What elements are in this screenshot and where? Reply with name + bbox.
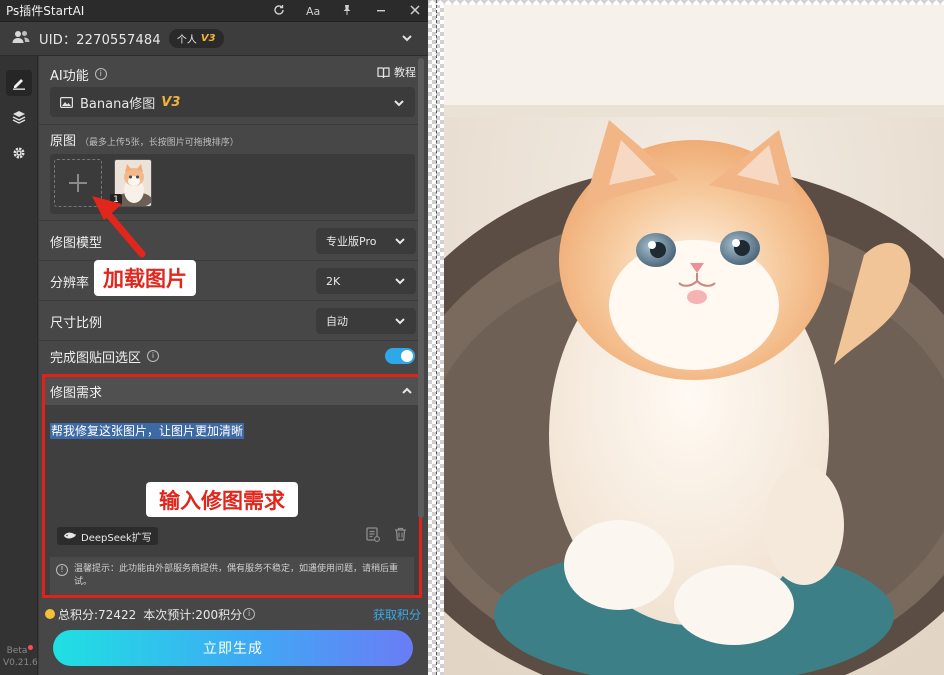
ratio-select[interactable]: 自动: [316, 308, 416, 334]
input-requirement-callout: 输入修图需求: [146, 482, 298, 517]
edit-icon[interactable]: [6, 70, 32, 96]
title-bar: Ps插件StartAI Aa: [0, 0, 428, 22]
sidebar: Beta V0.21.6: [0, 56, 38, 675]
deepseek-label: DeepSeek扩写: [81, 532, 152, 544]
settings-icon[interactable]: [6, 140, 32, 166]
plan-badge: 个人 V3: [168, 29, 224, 48]
beta-label: Beta: [6, 646, 28, 656]
model-value: 专业版Pro: [326, 235, 377, 248]
font-size-icon[interactable]: Aa: [306, 5, 320, 18]
tutorial-label: 教程: [394, 66, 416, 79]
notice-box: ! 温馨提示：此功能由外部服务商提供，偶有服务不稳定，如遇使用问题，请稍后重试。: [50, 557, 414, 595]
toggle-knob: [401, 350, 413, 362]
function-version: V3: [161, 94, 181, 110]
info-icon[interactable]: i: [147, 350, 160, 362]
coin-icon: [45, 609, 55, 619]
chevron-down-icon: [394, 276, 406, 289]
paste-back-row: 完成图贴回选区 i: [39, 336, 420, 376]
info-icon[interactable]: i: [94, 68, 107, 80]
original-hint: （最多上传5张，长按图片可拖拽排序）: [80, 138, 239, 148]
paste-back-label: 完成图贴回选区: [50, 350, 142, 366]
total-points: 总积分:72422: [58, 607, 137, 622]
ratio-row: 尺寸比例 自动: [39, 301, 420, 341]
estimated-cost: 本次预计:200积分: [143, 607, 243, 622]
trash-icon[interactable]: [394, 527, 407, 545]
resolution-select[interactable]: 2K: [316, 268, 416, 294]
plan-label: 个人: [176, 35, 197, 46]
divider: [39, 124, 420, 125]
kitten-image: [444, 5, 944, 675]
update-dot: [28, 645, 34, 650]
main-panel: AI功能 i 教程 Banana修图 V3 原图 （最多上传5张，长按图片可拖拽…: [39, 56, 428, 675]
selection-edge: [436, 0, 437, 675]
paste-back-toggle[interactable]: [385, 348, 415, 364]
image-icon: [60, 96, 73, 108]
chevron-down-icon: [394, 316, 406, 329]
prompt-library-icon[interactable]: [366, 527, 380, 545]
warning-icon: !: [56, 564, 68, 576]
resolution-label: 分辨率: [50, 275, 90, 291]
chevron-down-icon[interactable]: [400, 31, 414, 48]
refresh-icon[interactable]: [272, 4, 286, 19]
load-image-callout: 加载图片: [94, 260, 196, 296]
info-icon[interactable]: i: [243, 608, 256, 620]
generate-button[interactable]: 立即生成: [53, 630, 413, 666]
ai-function-label: AI功能: [50, 68, 89, 84]
version-label: V0.21.6: [3, 658, 38, 668]
user-bar[interactable]: UID：2270557484 个人 V3: [0, 22, 428, 56]
panel-scrollbar[interactable]: [418, 58, 424, 518]
ai-function-select[interactable]: Banana修图 V3: [50, 87, 415, 117]
requirement-tools: [366, 527, 407, 545]
app-title: Ps插件StartAI: [6, 4, 85, 18]
requirement-header[interactable]: 修图需求: [45, 377, 419, 405]
users-icon: [12, 29, 30, 48]
uid-text: UID：2270557484: [39, 33, 161, 48]
book-icon: [377, 66, 390, 78]
original-label: 原图: [50, 134, 77, 149]
function-name: Banana修图: [80, 96, 156, 112]
deepseek-expand-button[interactable]: DeepSeek扩写: [57, 527, 158, 545]
model-select[interactable]: 专业版Pro: [316, 228, 416, 254]
ai-function-header: AI功能 i 教程: [39, 64, 420, 84]
chevron-up-icon[interactable]: [401, 385, 413, 400]
canvas-photo[interactable]: [444, 5, 944, 675]
close-icon[interactable]: [408, 4, 422, 19]
requirement-label: 修图需求: [50, 385, 103, 401]
version-info: Beta V0.21.6: [3, 645, 38, 669]
resolution-value: 2K: [326, 274, 341, 288]
get-points-link[interactable]: 获取积分: [373, 606, 421, 623]
ratio-value: 自动: [326, 315, 348, 328]
original-header: 原图 （最多上传5张，长按图片可拖拽排序）: [50, 130, 431, 149]
layers-icon[interactable]: [6, 104, 32, 130]
chevron-down-icon: [394, 236, 406, 249]
tutorial-link[interactable]: 教程: [377, 64, 416, 80]
minimize-icon[interactable]: [374, 4, 388, 19]
whale-icon: [64, 532, 76, 539]
chevron-down-icon: [393, 97, 405, 112]
requirement-text: 帮我修复这张图片，让图片更加清晰: [50, 423, 245, 439]
ratio-label: 尺寸比例: [50, 315, 103, 331]
notice-text: 温馨提示：此功能由外部服务商提供，偶有服务不稳定，如遇使用问题，请稍后重试。: [74, 564, 399, 587]
plan-version: V3: [200, 33, 216, 44]
annotation-arrow: [92, 196, 146, 258]
pin-icon[interactable]: [340, 4, 354, 19]
points-row: 总积分:72422 本次预计:200积分 i 获取积分: [45, 606, 421, 622]
